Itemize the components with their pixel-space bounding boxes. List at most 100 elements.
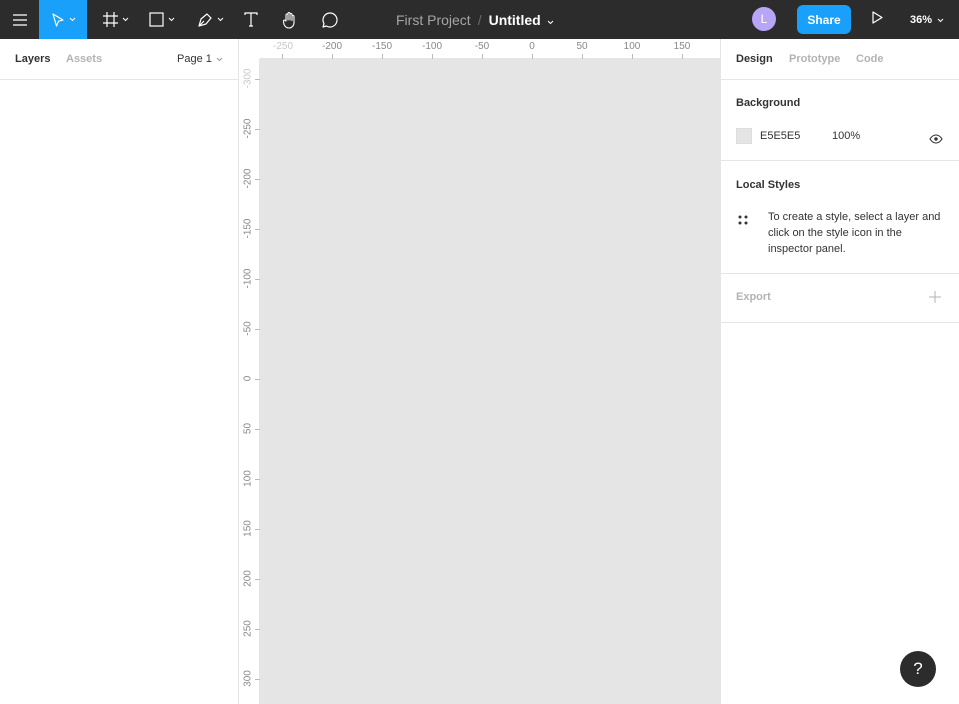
play-icon (871, 10, 883, 29)
ruler-label: 50 (242, 422, 254, 435)
help-button[interactable]: ? (900, 651, 936, 687)
ruler-tick (255, 129, 260, 130)
menu-icon (12, 13, 27, 26)
ruler-tick (255, 679, 260, 680)
page-label: Page 1 (177, 53, 212, 65)
tab-code[interactable]: Code (856, 53, 884, 65)
ruler-tick (255, 579, 260, 580)
present-button[interactable] (866, 0, 888, 39)
frame-tool-button[interactable] (96, 0, 136, 39)
pen-icon (197, 12, 213, 28)
ruler-tick (332, 54, 333, 59)
export-section: Export (721, 274, 959, 323)
tab-design[interactable]: Design (736, 53, 773, 65)
frame-icon (103, 12, 118, 27)
comment-icon (321, 11, 339, 29)
text-tool-button[interactable] (236, 0, 266, 39)
ruler-tick (282, 54, 283, 59)
chevron-down-icon (69, 17, 76, 22)
share-button[interactable]: Share (797, 5, 851, 34)
ruler-label: -100 (242, 268, 254, 289)
ruler-tick (255, 329, 260, 330)
ruler-tick (532, 54, 533, 59)
background-section: Background E5E5E5 100% (721, 80, 959, 161)
ruler-label: -300 (242, 68, 254, 89)
hand-tool-button[interactable] (274, 0, 306, 39)
rectangle-icon (149, 12, 164, 27)
layers-panel: Layers Assets Page 1 (0, 39, 239, 704)
ruler-corner (240, 39, 260, 59)
ruler-label: -50 (474, 41, 490, 52)
chevron-down-icon (932, 14, 944, 26)
tab-layers[interactable]: Layers (15, 53, 50, 65)
ruler-label: 250 (242, 620, 254, 637)
page-selector[interactable]: Page 1 (177, 53, 223, 65)
ruler-label: 100 (242, 470, 254, 487)
text-icon (244, 12, 258, 27)
ruler-tick (432, 54, 433, 59)
ruler-tick (255, 529, 260, 530)
ruler-label: 150 (242, 520, 254, 537)
zoom-dropdown[interactable]: 36% (910, 0, 944, 39)
title-separator: / (477, 11, 482, 28)
ruler-tick (682, 54, 683, 59)
properties-tabs: Design Prototype Code (721, 39, 959, 80)
local-styles-title: Local Styles (736, 179, 801, 191)
local-styles-hint: To create a style, select a layer and cl… (768, 211, 941, 255)
zoom-level: 36% (910, 13, 933, 26)
move-tool-button[interactable] (39, 0, 87, 39)
background-hex-input[interactable]: E5E5E5 (760, 130, 800, 142)
ruler-tick (255, 79, 260, 80)
properties-panel: Design Prototype Code Background E5E5E5 … (720, 39, 959, 704)
ruler-label: 0 (529, 41, 535, 52)
ruler-tick (255, 279, 260, 280)
pen-tool-button[interactable] (190, 0, 230, 39)
ruler-vertical: -300 -250 -200 -150 -100 -50 0 50 100 15… (240, 59, 260, 704)
ruler-horizontal: -250 -200 -150 -100 -50 0 50 100 150 (240, 39, 720, 59)
move-icon (51, 12, 65, 27)
background-color-swatch[interactable] (736, 128, 752, 144)
ruler-label: -150 (242, 218, 254, 239)
ruler-tick (255, 479, 260, 480)
background-title: Background (736, 97, 801, 109)
background-opacity-input[interactable]: 100% (832, 130, 860, 142)
local-styles-section: Local Styles To create a style, select a… (721, 161, 959, 274)
canvas[interactable] (240, 39, 720, 704)
ruler-label: 100 (623, 41, 641, 52)
ruler-tick (255, 229, 260, 230)
layers-panel-header: Layers Assets Page 1 (0, 39, 238, 80)
avatar[interactable]: L (752, 7, 776, 31)
ruler-tick (255, 179, 260, 180)
comment-tool-button[interactable] (314, 0, 346, 39)
top-toolbar: First Project / Untitled L Share 36% (0, 0, 959, 39)
chevron-down-icon (122, 17, 129, 22)
ruler-label: 200 (242, 570, 254, 587)
shape-tool-button[interactable] (142, 0, 182, 39)
ruler-label: 300 (242, 670, 254, 687)
ruler-tick (582, 54, 583, 59)
ruler-label: -250 (242, 118, 254, 139)
project-name[interactable]: First Project (396, 12, 471, 28)
ruler-label: -150 (371, 41, 392, 52)
ruler-label: -250 (272, 41, 293, 52)
hand-icon (281, 11, 299, 29)
style-icon (738, 212, 748, 230)
ruler-tick (482, 54, 483, 59)
ruler-label: -200 (242, 168, 254, 189)
file-name[interactable]: Untitled (489, 12, 541, 28)
export-title: Export (736, 291, 771, 303)
main-menu-button[interactable] (0, 0, 39, 39)
tab-assets[interactable]: Assets (66, 53, 102, 65)
ruler-label: -200 (321, 41, 342, 52)
plus-icon[interactable] (929, 290, 941, 308)
eye-icon[interactable] (929, 131, 943, 149)
document-title[interactable]: First Project / Untitled (396, 0, 554, 39)
chevron-down-icon[interactable] (547, 12, 554, 28)
ruler-tick (255, 629, 260, 630)
chevron-down-icon (217, 17, 224, 22)
ruler-label: 0 (242, 375, 254, 382)
ruler-label: -50 (242, 321, 254, 336)
tab-prototype[interactable]: Prototype (789, 53, 840, 65)
ruler-label: 50 (576, 41, 588, 52)
ruler-tick (255, 429, 260, 430)
